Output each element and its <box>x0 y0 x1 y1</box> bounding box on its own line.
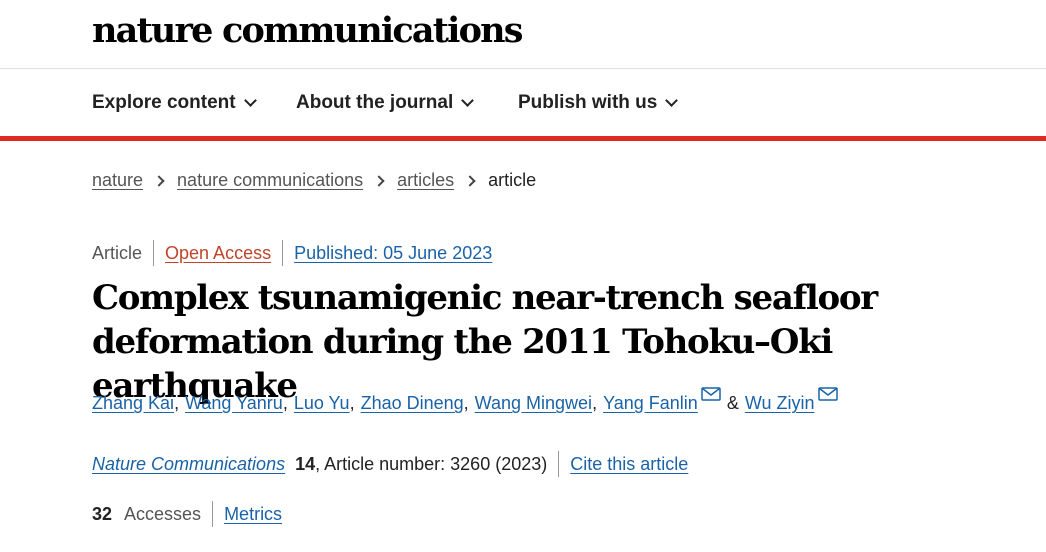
mail-icon[interactable] <box>701 387 721 401</box>
open-access-link[interactable]: Open Access <box>165 243 271 264</box>
published-date-link[interactable]: Published: 05 June 2023 <box>294 243 492 264</box>
logo-bar: nature communications <box>0 0 1046 69</box>
breadcrumb-link-articles[interactable]: articles <box>397 170 454 191</box>
author-conjunction: & <box>726 393 739 413</box>
metrics-link[interactable]: Metrics <box>224 504 282 525</box>
nav-explore-content[interactable]: Explore content <box>92 92 257 114</box>
article-title: Complex tsunamigenic near-trench seafloo… <box>92 278 878 406</box>
meta-divider <box>282 240 284 266</box>
cite-article-link[interactable]: Cite this article <box>570 454 688 475</box>
breadcrumb-link-nature[interactable]: nature <box>92 170 143 191</box>
author-link[interactable]: Wang Mingwei <box>475 393 592 414</box>
mail-icon[interactable] <box>817 387 838 401</box>
meta-divider <box>153 240 155 266</box>
accesses-label: Accesses <box>124 503 202 524</box>
author-link[interactable]: Yang Fanlin <box>603 393 698 414</box>
chevron-right-icon <box>373 174 385 187</box>
author-separator: , <box>349 393 355 413</box>
nav-publish-with-us[interactable]: Publish with us <box>518 92 679 114</box>
nav-item-label: Explore content <box>92 92 236 113</box>
chevron-down-icon <box>665 94 679 107</box>
journal-info: Nature Communications 14 , Article numbe… <box>92 451 688 477</box>
nav-item-label: About the journal <box>296 92 454 113</box>
article-metrics: 32 Accesses Metrics <box>92 501 282 527</box>
meta-divider <box>212 501 214 527</box>
breadcrumb-link-journal[interactable]: nature communications <box>177 170 363 191</box>
article-type: Article <box>92 242 143 263</box>
journal-volume: 14 <box>295 453 316 474</box>
chevron-down-icon <box>243 94 257 107</box>
main-nav: Explore content About the journal Publis… <box>0 69 1046 141</box>
author-link[interactable]: Zhang Kai <box>92 393 174 414</box>
author-list: Zhang Kai, Wang Yanru, Luo Yu, Zhao Dine… <box>92 387 838 414</box>
author-link[interactable]: Luo Yu <box>294 393 350 414</box>
article-number: , Article number: 3260 (2023) <box>315 453 548 474</box>
author-link[interactable]: Wang Yanru <box>185 393 283 414</box>
author-link[interactable]: Zhao Dineng <box>361 393 464 414</box>
author-separator: , <box>592 393 598 413</box>
article-meta: Article Open Access Published: 05 June 2… <box>92 240 492 266</box>
breadcrumb: nature nature communications articles ar… <box>92 170 536 191</box>
nav-about-journal[interactable]: About the journal <box>296 92 475 114</box>
chevron-down-icon <box>461 94 475 107</box>
author-separator: , <box>282 393 288 413</box>
breadcrumb-current: article <box>488 170 537 190</box>
nav-item-label: Publish with us <box>518 92 658 113</box>
author-separator: , <box>174 393 180 413</box>
chevron-right-icon <box>153 174 165 187</box>
site-logo[interactable]: nature communications <box>92 10 524 51</box>
meta-divider <box>558 451 560 477</box>
author-link[interactable]: Wu Ziyin <box>745 393 815 414</box>
journal-name-link[interactable]: Nature Communications <box>92 454 285 475</box>
accesses-count: 32 <box>92 503 113 524</box>
chevron-right-icon <box>464 174 476 187</box>
author-separator: , <box>463 393 469 413</box>
